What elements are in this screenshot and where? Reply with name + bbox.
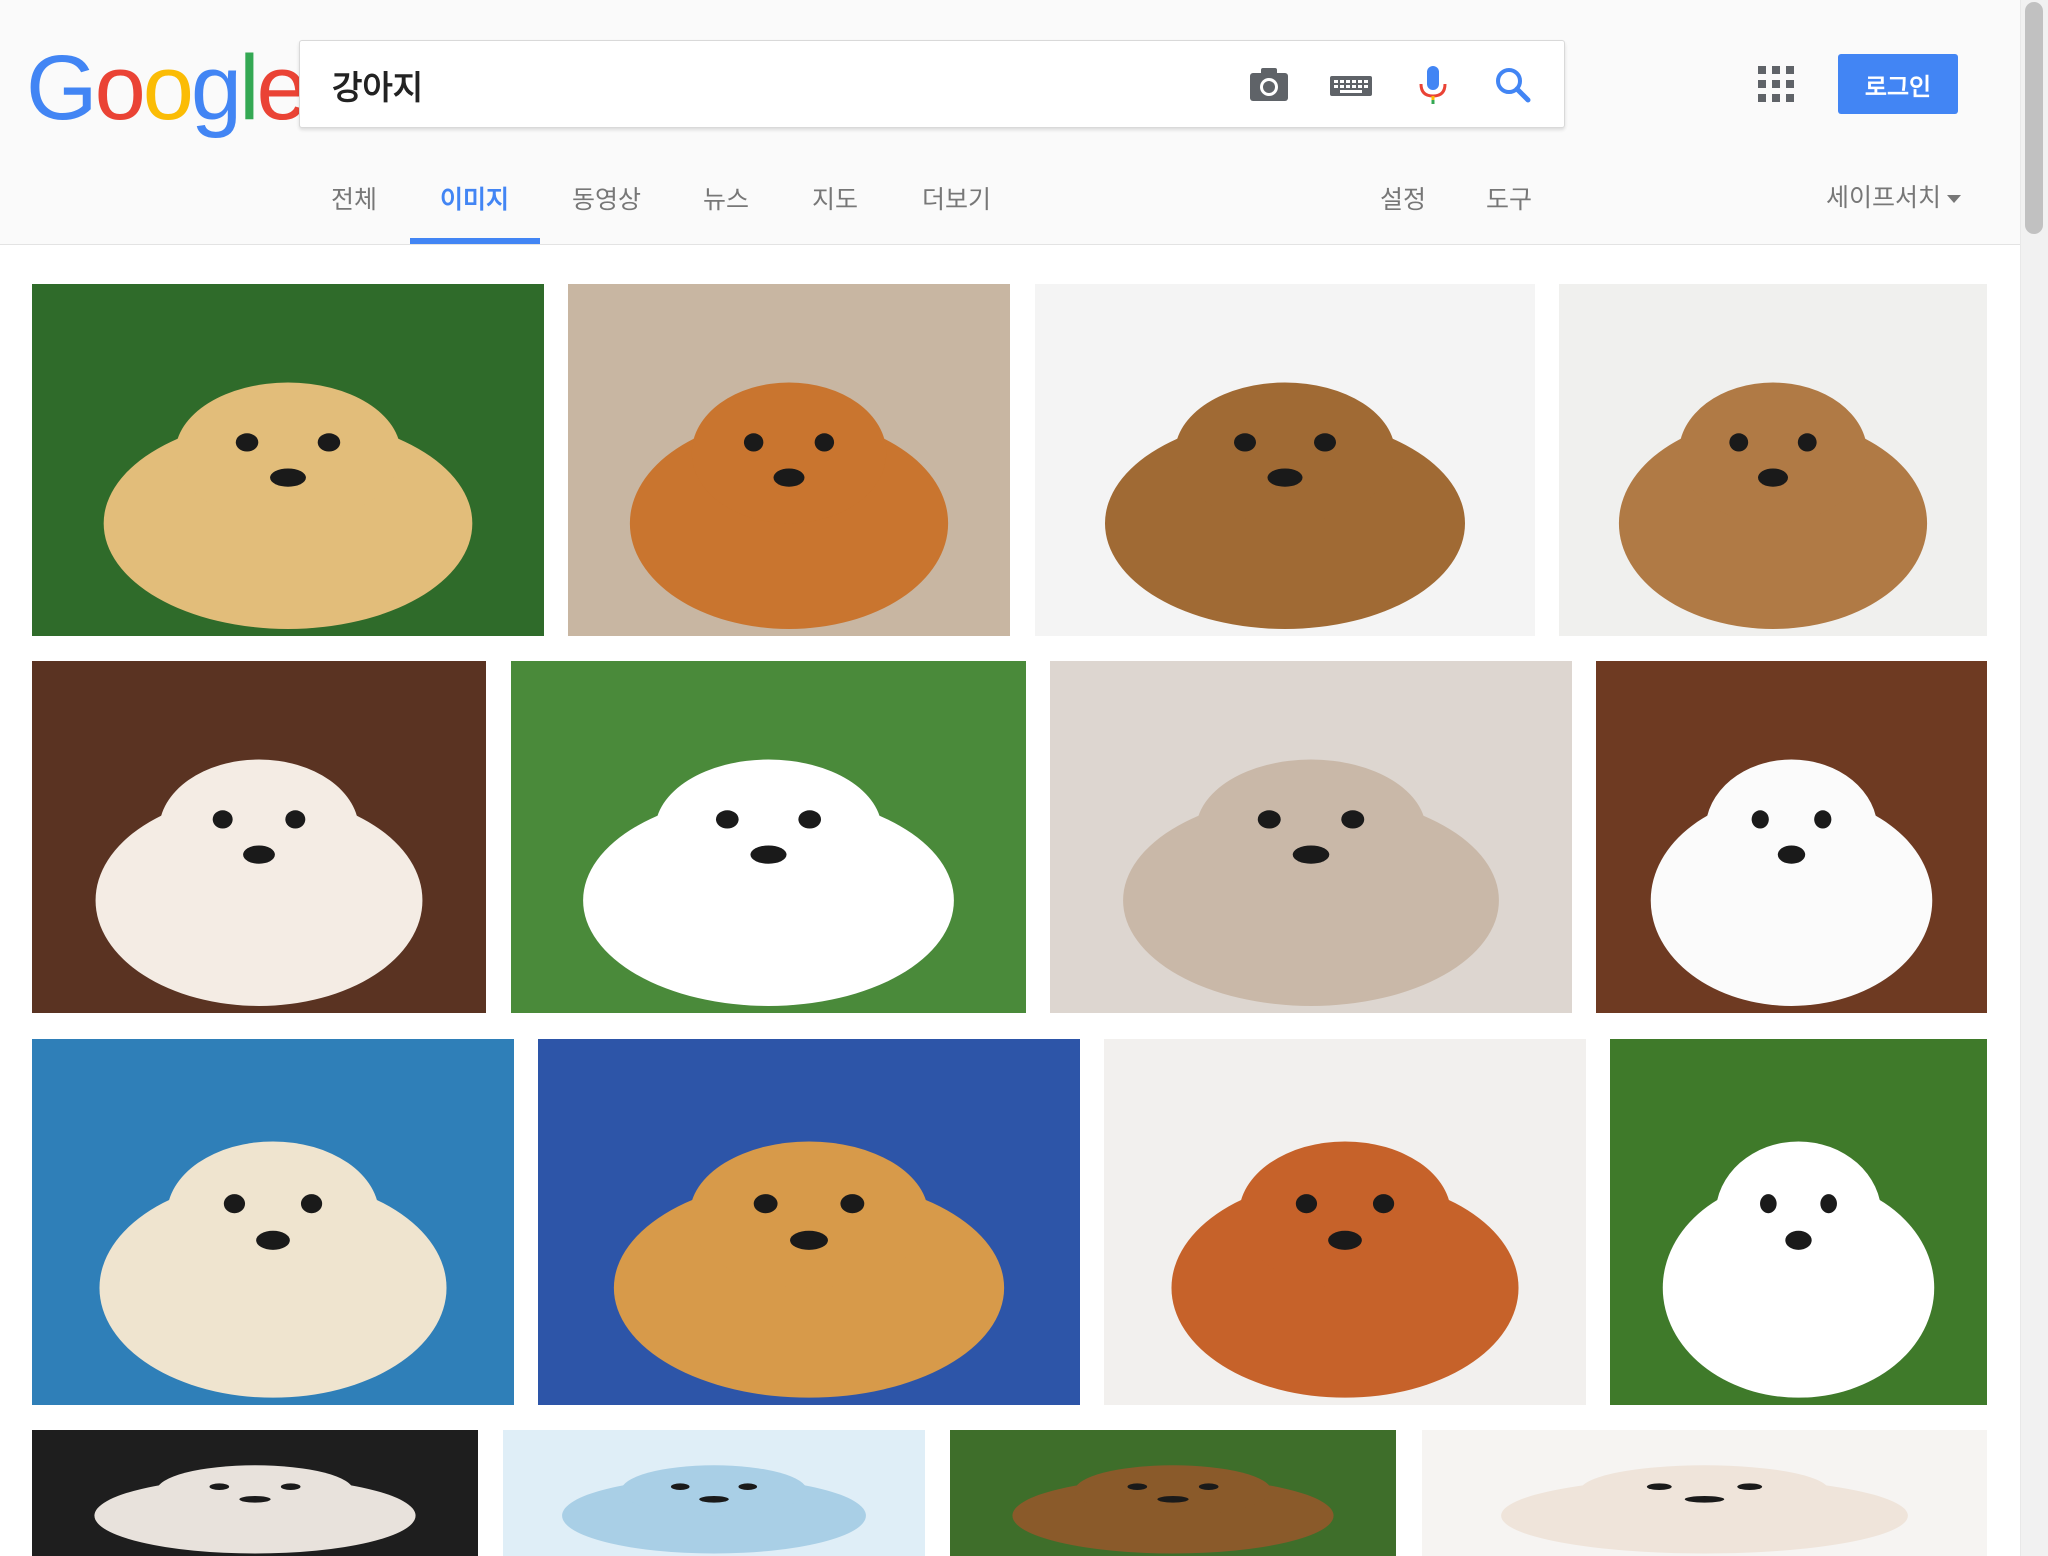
logo-letter: l xyxy=(239,37,260,139)
active-tab-indicator xyxy=(410,238,540,244)
image-result-thumbnail[interactable] xyxy=(1035,284,1535,636)
puppy-photo xyxy=(1559,284,1987,636)
puppy-photo xyxy=(511,661,1026,1013)
microphone-icon[interactable] xyxy=(1410,63,1456,107)
puppy-photo xyxy=(1035,284,1535,636)
puppy-photo xyxy=(32,1430,478,1556)
safesearch-label: 세이프서치 xyxy=(1826,183,1942,212)
image-result-thumbnail[interactable] xyxy=(32,284,544,636)
scrollbar-thumb[interactable] xyxy=(2025,2,2043,234)
tab-images[interactable]: 이미지 xyxy=(440,180,509,216)
tab-videos[interactable]: 동영상 xyxy=(572,180,641,216)
puppy-photo xyxy=(1610,1039,1987,1405)
tab-news[interactable]: 뉴스 xyxy=(703,180,749,216)
puppy-photo xyxy=(32,284,544,636)
search-input[interactable] xyxy=(330,59,1234,111)
top-header: Google 강아지 로그인 전체 이미지 동영상 뉴스 지도 더보기 설정 도… xyxy=(0,0,2020,245)
image-result-thumbnail[interactable] xyxy=(1596,661,1987,1013)
puppy-photo xyxy=(568,284,1010,636)
login-button[interactable]: 로그인 xyxy=(1838,54,1958,114)
tab-maps[interactable]: 지도 xyxy=(812,180,858,216)
puppy-photo xyxy=(538,1039,1080,1405)
logo-letter: G xyxy=(26,37,98,139)
puppy-photo xyxy=(503,1430,925,1556)
logo-letter: g xyxy=(190,37,242,139)
tab-more[interactable]: 더보기 xyxy=(922,180,991,216)
tab-settings[interactable]: 설정 xyxy=(1380,180,1426,216)
image-result-thumbnail[interactable] xyxy=(1104,1039,1586,1405)
image-result-thumbnail[interactable] xyxy=(503,1430,925,1556)
image-result-thumbnail[interactable] xyxy=(950,1430,1396,1556)
puppy-photo xyxy=(950,1430,1396,1556)
camera-icon[interactable] xyxy=(1246,63,1292,107)
vertical-scrollbar[interactable] xyxy=(2020,0,2048,1556)
image-result-thumbnail[interactable] xyxy=(32,661,486,1013)
image-result-thumbnail[interactable] xyxy=(511,661,1026,1013)
puppy-photo xyxy=(1596,661,1987,1013)
image-result-thumbnail[interactable] xyxy=(538,1039,1080,1405)
logo-letter: o xyxy=(94,37,146,139)
search-icon[interactable] xyxy=(1490,63,1536,107)
apps-grid-icon[interactable] xyxy=(1758,66,1794,102)
image-result-thumbnail[interactable] xyxy=(1610,1039,1987,1405)
keyboard-icon[interactable] xyxy=(1328,63,1374,107)
chevron-down-icon xyxy=(1947,195,1962,203)
tab-all[interactable]: 전체 xyxy=(331,180,377,216)
puppy-photo xyxy=(1050,661,1572,1013)
puppy-photo xyxy=(1104,1039,1586,1405)
puppy-photo xyxy=(1422,1430,1987,1556)
image-result-thumbnail[interactable] xyxy=(1422,1430,1987,1556)
image-result-thumbnail[interactable] xyxy=(568,284,1010,636)
tab-tools[interactable]: 도구 xyxy=(1486,180,1532,216)
image-result-thumbnail[interactable] xyxy=(1050,661,1572,1013)
logo-letter: e xyxy=(256,37,308,139)
safesearch-dropdown[interactable]: 세이프서치 xyxy=(1826,178,1962,214)
puppy-photo xyxy=(32,661,486,1013)
logo-letter: o xyxy=(142,37,194,139)
image-result-thumbnail[interactable] xyxy=(32,1430,478,1556)
image-result-thumbnail[interactable] xyxy=(32,1039,514,1405)
image-result-thumbnail[interactable] xyxy=(1559,284,1987,636)
google-logo[interactable]: Google xyxy=(26,37,308,139)
search-box[interactable] xyxy=(299,40,1565,128)
puppy-photo xyxy=(32,1039,514,1405)
